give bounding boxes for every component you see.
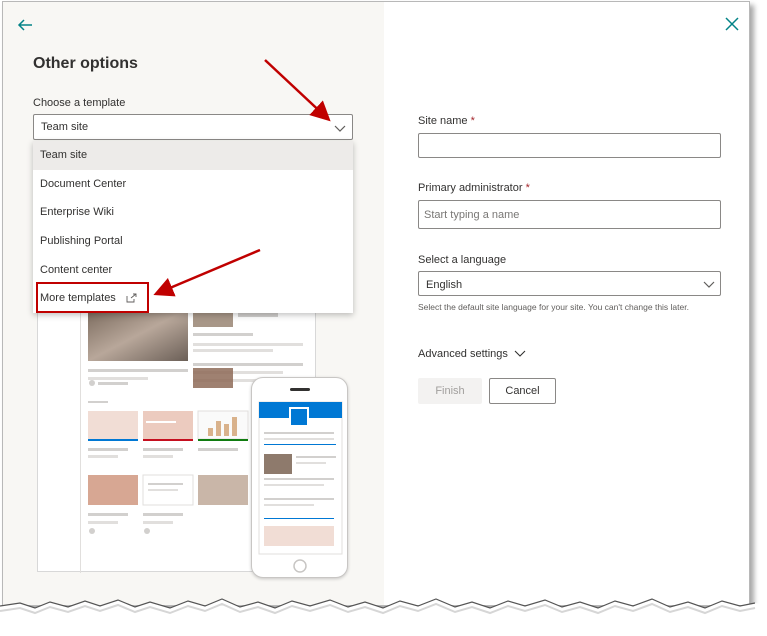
option-label: Publishing Portal xyxy=(40,235,123,247)
advanced-settings-toggle[interactable]: Advanced settings xyxy=(418,348,526,360)
required-mark: * xyxy=(470,115,475,127)
template-dropdown[interactable]: Team site xyxy=(33,114,353,140)
site-details-panel: Site name * Primary administrator * Sele… xyxy=(384,2,749,605)
external-link-icon xyxy=(126,293,137,306)
site-name-label: Site name * xyxy=(418,115,475,127)
site-name-label-text: Site name xyxy=(418,115,468,127)
template-option-more-templates[interactable]: More templates xyxy=(33,284,353,313)
template-dropdown-value: Team site xyxy=(41,121,89,133)
dialog-screenshot: Other options Choose a template Team sit… xyxy=(2,1,750,606)
panel-title: Other options xyxy=(33,55,138,72)
chevron-down-icon xyxy=(703,281,715,288)
option-label: Content center xyxy=(40,264,113,276)
primary-admin-label: Primary administrator * xyxy=(418,182,530,194)
language-dropdown-value: English xyxy=(426,279,463,291)
template-option-document-center[interactable]: Document Center xyxy=(33,170,353,199)
language-dropdown[interactable]: English xyxy=(418,271,721,296)
template-option-enterprise-wiki[interactable]: Enterprise Wiki xyxy=(33,198,353,227)
torn-edge-decoration xyxy=(0,598,767,636)
primary-admin-label-text: Primary administrator xyxy=(418,182,523,194)
option-label: Team site xyxy=(40,149,88,161)
close-icon[interactable] xyxy=(723,15,741,33)
option-label: More templates xyxy=(40,292,116,304)
site-name-input[interactable] xyxy=(418,133,721,158)
finish-button[interactable]: Finish xyxy=(418,378,482,404)
template-option-team-site[interactable]: Team site xyxy=(33,141,353,170)
option-label: Enterprise Wiki xyxy=(40,206,114,218)
primary-admin-input[interactable] xyxy=(418,200,721,229)
template-label: Choose a template xyxy=(33,97,126,109)
required-mark: * xyxy=(525,182,530,194)
template-dropdown-menu: Team site Document Center Enterprise Wik… xyxy=(33,141,353,313)
chevron-down-icon xyxy=(334,125,346,132)
template-option-publishing-portal[interactable]: Publishing Portal xyxy=(33,227,353,256)
back-arrow-icon[interactable] xyxy=(14,14,36,36)
template-option-content-center[interactable]: Content center xyxy=(33,256,353,285)
mobile-preview-image xyxy=(251,377,348,578)
template-options-panel: Other options Choose a template Team sit… xyxy=(3,2,384,605)
cancel-button[interactable]: Cancel xyxy=(489,378,556,404)
language-help-text: Select the default site language for you… xyxy=(418,302,689,312)
language-label: Select a language xyxy=(418,254,507,266)
advanced-settings-label: Advanced settings xyxy=(418,348,508,360)
option-label: Document Center xyxy=(40,178,127,190)
chevron-down-icon xyxy=(514,350,526,357)
